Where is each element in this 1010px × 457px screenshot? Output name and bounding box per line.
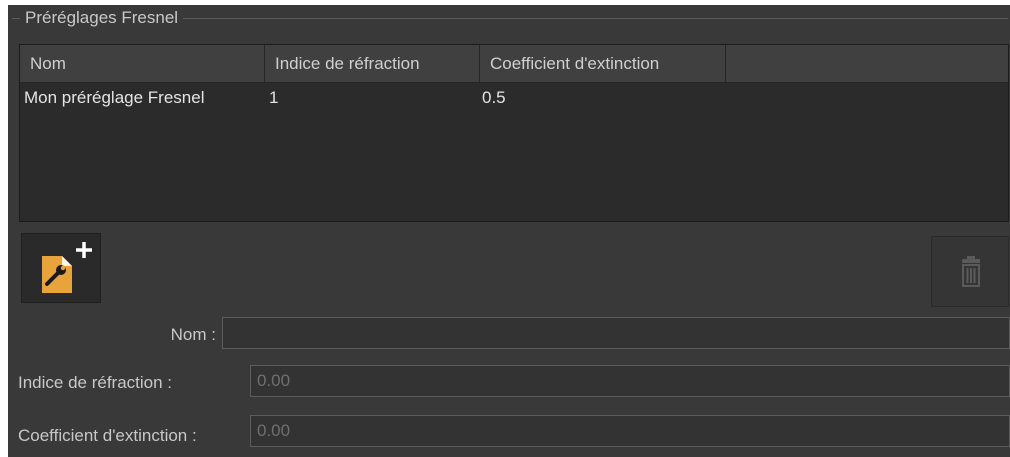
cell-extinction: 0.5 [482,88,506,107]
presets-table[interactable]: Nom Indice de réfraction Coefficient d'e… [19,44,1009,222]
groupbox-title: Préréglages Fresnel [20,9,184,27]
add-preset-button[interactable] [21,233,101,303]
refraction-label: Indice de réfraction : [18,373,173,392]
column-header-name[interactable]: Nom [20,45,265,82]
extinction-label: Coefficient d'extinction : [18,426,197,445]
refraction-field[interactable]: 0.00 [250,365,1010,397]
column-header-empty [726,45,1008,82]
cell-refraction: 1 [269,88,279,107]
column-header-extinction[interactable]: Coefficient d'extinction [480,45,726,82]
table-row[interactable]: Mon préréglage Fresnel 1 0.5 [20,85,1008,113]
column-header-refraction[interactable]: Indice de réfraction [265,45,480,82]
table-header: Nom Indice de réfraction Coefficient d'e… [20,45,1008,83]
new-preset-icon [42,242,92,293]
delete-preset-button[interactable] [931,236,1009,307]
cell-name: Mon préréglage Fresnel [24,88,205,107]
fresnel-presets-panel: Préréglages Fresnel Nom Indice de réfrac… [8,5,1010,457]
name-field[interactable] [222,317,1010,349]
trash-icon [962,256,980,287]
extinction-field[interactable]: 0.00 [250,415,1010,447]
name-label: Nom : [170,325,216,344]
